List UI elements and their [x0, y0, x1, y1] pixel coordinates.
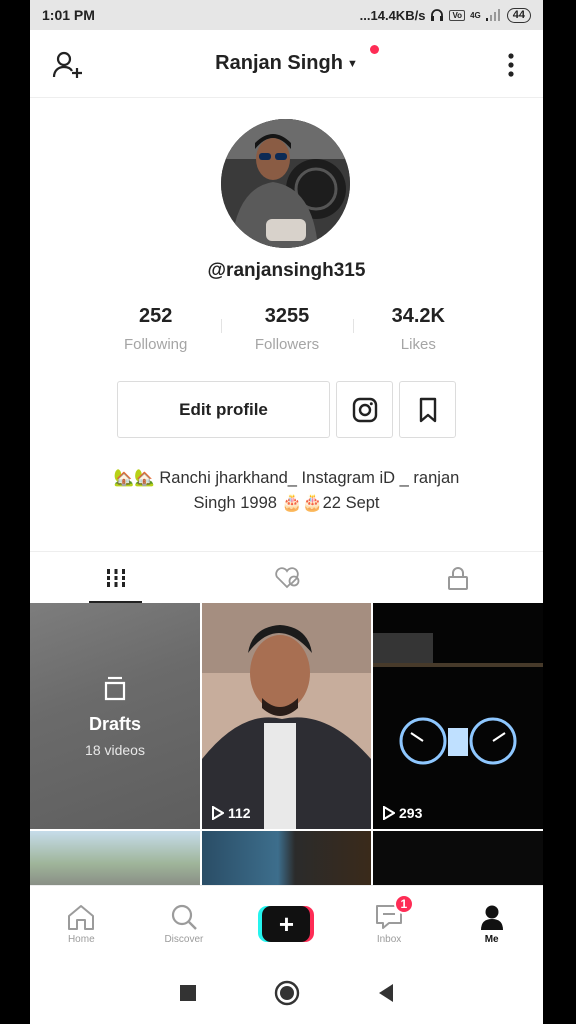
video-thumbnail[interactable] [373, 831, 543, 885]
bio-line: 🏡🏡 Ranchi jharkhand_ Instagram iD _ ranj… [113, 469, 460, 487]
inbox-badge: 1 [393, 894, 414, 914]
headphones-icon [431, 9, 444, 21]
nav-label: Home [67, 933, 95, 945]
lock-icon [447, 566, 468, 590]
instagram-button[interactable] [336, 381, 393, 438]
signal-icon [485, 9, 500, 21]
video-thumbnail[interactable] [30, 831, 200, 885]
system-navigation [30, 961, 543, 1024]
home-icon [68, 904, 95, 930]
view-count: 112 [212, 805, 251, 821]
status-icons: ...14.4KB/s Vo 4G 44 [359, 7, 531, 23]
video-thumbnail-image [373, 603, 543, 829]
stat-label: Following [123, 336, 188, 353]
stat-label: Likes [400, 336, 436, 353]
more-options-icon[interactable] [501, 50, 521, 80]
search-icon [171, 904, 197, 930]
nav-label: Me [484, 933, 499, 945]
account-name: Ranjan Singh [215, 52, 343, 74]
profile-icon [480, 905, 503, 930]
nav-home[interactable]: Home [30, 886, 133, 961]
tab-private[interactable] [372, 552, 543, 603]
stat-value: 34.2K [391, 305, 445, 327]
tab-liked[interactable] [201, 552, 372, 603]
network-speed: ...14.4KB/s [359, 7, 426, 23]
profile-avatar[interactable] [221, 119, 350, 248]
account-switcher[interactable]: Ranjan Singh ▼ [215, 52, 358, 75]
drafts-tile[interactable]: Drafts 18 videos [30, 603, 200, 829]
add-user-icon[interactable] [52, 50, 84, 80]
nav-discover[interactable]: Discover [133, 886, 236, 961]
nav-label: Inbox [376, 933, 402, 945]
hidden-heart-icon [274, 566, 299, 588]
stat-followers[interactable]: 3255 Followers [221, 305, 352, 361]
battery-icon: 44 [506, 7, 531, 23]
volte-icon: Vo [449, 9, 466, 21]
home-circle-icon[interactable] [274, 980, 300, 1006]
avatar-photo [221, 119, 350, 248]
status-bar: 1:01 PM ...14.4KB/s Vo 4G 44 [30, 0, 543, 30]
content-tabs [30, 551, 543, 603]
drafts-icon [104, 676, 126, 701]
nav-me[interactable]: Me [440, 886, 543, 961]
profile-bio: 🏡🏡 Ranchi jharkhand_ Instagram iD _ ranj… [30, 466, 543, 516]
view-count: 293 [383, 805, 422, 821]
video-thumbnail-image [202, 603, 371, 829]
chevron-down-icon: ▼ [346, 57, 358, 70]
play-icon [383, 806, 395, 820]
stat-following[interactable]: 252 Following [90, 305, 221, 361]
view-count-text: 293 [399, 805, 423, 821]
view-count-text: 112 [228, 805, 251, 821]
nav-create[interactable]: + [235, 886, 338, 961]
recents-icon[interactable] [179, 984, 197, 1002]
profile-screen: 1:01 PM ...14.4KB/s Vo 4G 44 Ranjan Sing… [30, 0, 543, 1024]
favorites-button[interactable] [399, 381, 456, 438]
video-grid: Drafts 18 videos 112 293 [30, 603, 543, 885]
plus-icon: + [262, 905, 311, 942]
status-time: 1:01 PM [42, 7, 95, 23]
stat-value: 252 [138, 305, 173, 327]
grid-icon [104, 568, 127, 587]
stat-label: Followers [254, 336, 320, 353]
tab-videos[interactable] [30, 552, 201, 603]
profile-header: Ranjan Singh ▼ [30, 30, 543, 98]
instagram-icon [352, 397, 377, 422]
video-thumbnail[interactable] [202, 831, 371, 885]
stat-likes[interactable]: 34.2K Likes [352, 305, 484, 361]
back-icon[interactable] [377, 983, 395, 1003]
bookmark-icon [419, 397, 436, 422]
bio-line: Singh 1998 🎂🎂22 Sept [193, 494, 380, 512]
network-type: 4G [470, 10, 481, 20]
edit-profile-button[interactable]: Edit profile [117, 381, 330, 438]
play-icon [212, 806, 224, 820]
video-thumbnail[interactable]: 112 [202, 603, 371, 829]
profile-stats: 252 Following 3255 Followers 34.2K Likes [90, 305, 484, 361]
bottom-navigation: Home Discover + 1 Inbox Me [30, 885, 543, 961]
nav-label: Discover [164, 933, 204, 945]
nav-inbox[interactable]: 1 Inbox [338, 886, 441, 961]
stat-value: 3255 [264, 305, 310, 327]
drafts-count: 18 videos [85, 742, 145, 758]
video-thumbnail[interactable]: 293 [373, 603, 543, 829]
notification-dot [370, 45, 379, 54]
drafts-label: Drafts [88, 714, 141, 734]
profile-username: @ranjansingh315 [207, 260, 366, 281]
create-video-button[interactable]: + [258, 905, 315, 942]
